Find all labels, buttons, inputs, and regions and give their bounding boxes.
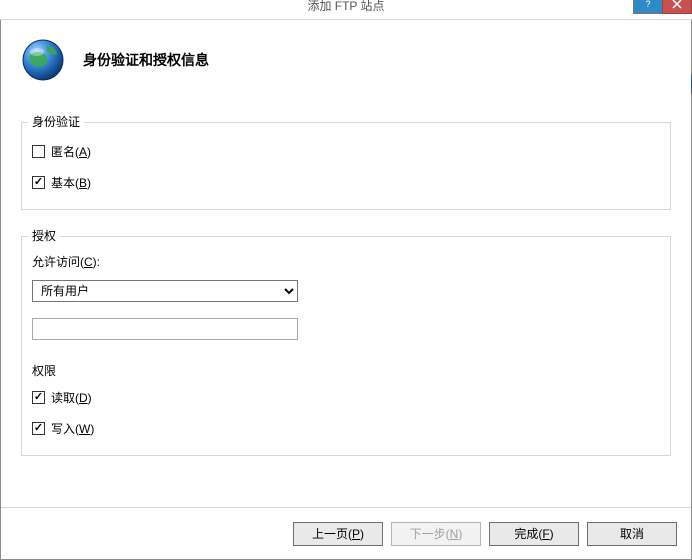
allow-access-select-wrap: 所有用户 — [32, 280, 298, 302]
read-row: 读取(D) — [32, 389, 660, 406]
authentication-group: 身份验证 匿名(A) 基本(B) — [21, 122, 671, 210]
finish-button[interactable]: 完成(F) — [489, 522, 579, 546]
titlebar: 添加 FTP 站点 ? — [0, 0, 692, 20]
cancel-button[interactable]: 取消 — [587, 522, 677, 546]
help-button[interactable]: ? — [633, 0, 663, 14]
authorization-legend: 授权 — [28, 227, 60, 244]
anonymous-row: 匿名(A) — [32, 143, 660, 160]
anonymous-label: 匿名(A) — [51, 143, 91, 160]
write-row: 写入(W) — [32, 420, 660, 437]
anonymous-checkbox[interactable] — [32, 145, 45, 158]
basic-checkbox[interactable] — [32, 176, 45, 189]
page-heading: 身份验证和授权信息 — [83, 50, 209, 70]
header-area: 身份验证和授权信息 — [1, 20, 691, 92]
authentication-legend: 身份验证 — [28, 113, 84, 130]
write-label: 写入(W) — [51, 420, 94, 437]
next-button: 下一步(N) — [391, 522, 481, 546]
close-icon — [672, 0, 682, 9]
help-icon: ? — [643, 0, 653, 9]
previous-button[interactable]: 上一页(P) — [293, 522, 383, 546]
authorization-input[interactable] — [32, 318, 298, 340]
basic-label: 基本(B) — [51, 174, 91, 191]
read-label: 读取(D) — [51, 389, 92, 406]
permissions-label: 权限 — [32, 362, 660, 379]
authorization-group: 授权 允许访问(C): 所有用户 权限 读取(D) 写入(W) — [21, 236, 671, 456]
svg-text:?: ? — [645, 0, 650, 9]
window-controls: ? — [634, 0, 692, 14]
read-checkbox[interactable] — [32, 391, 45, 404]
wizard-footer: 上一页(P) 下一步(N) 完成(F) 取消 — [1, 507, 691, 559]
allow-access-select[interactable]: 所有用户 — [32, 280, 298, 302]
content-area: 身份验证 匿名(A) 基本(B) 授权 允许访问(C): — [1, 92, 691, 456]
allow-access-label: 允许访问(C): — [32, 253, 660, 270]
dialog-body: 身份验证和授权信息 身份验证 匿名(A) 基本(B) 授权 允许访问(C): — [0, 20, 692, 560]
globe-icon — [21, 38, 65, 82]
close-button[interactable] — [662, 0, 692, 14]
write-checkbox[interactable] — [32, 422, 45, 435]
basic-row: 基本(B) — [32, 174, 660, 191]
window-title: 添加 FTP 站点 — [307, 0, 384, 12]
